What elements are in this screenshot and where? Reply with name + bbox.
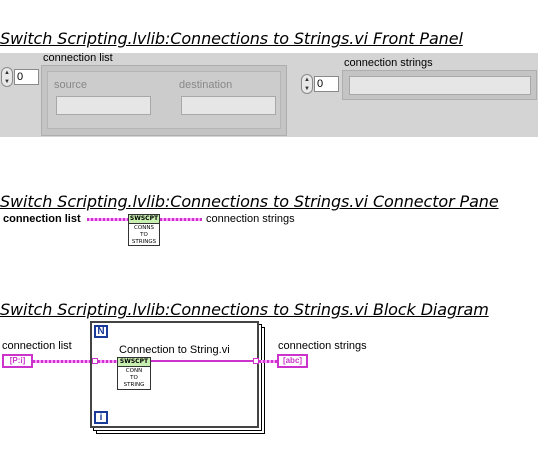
connector-input-wire — [87, 218, 128, 221]
bd-input-wire — [33, 360, 91, 363]
connection-string-field[interactable] — [349, 76, 531, 95]
connector-pane-heading: Switch Scripting.lvlib:Connections to St… — [0, 192, 499, 211]
index-spinner[interactable]: ▲ ▼ — [301, 74, 313, 94]
source-label: source — [54, 79, 88, 91]
icon-text-2: TO — [140, 232, 148, 238]
index-spinner[interactable]: ▲ ▼ — [1, 67, 13, 87]
destination-field[interactable] — [181, 96, 276, 115]
icon-title: SWSCPT — [129, 215, 159, 224]
connection-list-terminal[interactable]: [P:i] — [2, 354, 33, 368]
source-field[interactable] — [56, 96, 151, 115]
subvi-label: Connection to String.vi — [119, 344, 230, 356]
icon-title: SWSCPT — [118, 358, 150, 367]
connection-cluster: source destination — [47, 71, 281, 129]
bd-output-wire — [259, 360, 277, 363]
connection-strings-array[interactable] — [342, 70, 537, 100]
loop-count-terminal[interactable]: N — [94, 325, 108, 338]
connection-strings-terminal[interactable]: [abc] — [277, 354, 308, 368]
connections-to-strings-icon[interactable]: SWSCPT CONNS TO STRINGS — [128, 214, 160, 246]
destination-label: destination — [179, 79, 233, 91]
block-diagram-heading: Switch Scripting.lvlib:Connections to St… — [0, 300, 489, 319]
bd-input-label: connection list — [2, 340, 72, 352]
index-value[interactable]: 0 — [14, 69, 39, 85]
connection-strings-index[interactable]: ▲ ▼ 0 — [301, 74, 341, 94]
connector-input-label: connection list — [3, 213, 81, 225]
icon-text-3: STRING — [123, 382, 145, 388]
connection-list-array[interactable]: source destination — [41, 65, 287, 136]
loop-iteration-terminal[interactable]: i — [94, 411, 108, 424]
icon-text-1: CONN — [125, 368, 143, 374]
connection-to-string-subvi[interactable]: SWSCPT CONN TO STRING — [117, 357, 151, 390]
connection-list-index[interactable]: ▲ ▼ 0 — [1, 67, 41, 87]
for-loop[interactable]: N i Connection to String.vi — [90, 321, 259, 428]
connection-list-label: connection list — [43, 52, 113, 64]
loop-output-wire — [151, 360, 253, 362]
loop-input-wire — [98, 360, 117, 363]
index-value[interactable]: 0 — [314, 76, 339, 92]
connector-output-wire — [160, 218, 202, 221]
bd-output-label: connection strings — [278, 340, 367, 352]
icon-text-2: TO — [130, 375, 138, 381]
front-panel-heading: Switch Scripting.lvlib:Connections to St… — [0, 29, 463, 48]
icon-text-1: CONNS — [134, 225, 154, 231]
icon-text-3: STRINGS — [131, 239, 157, 245]
connector-output-label: connection strings — [206, 213, 295, 225]
connection-strings-label: connection strings — [344, 57, 433, 69]
